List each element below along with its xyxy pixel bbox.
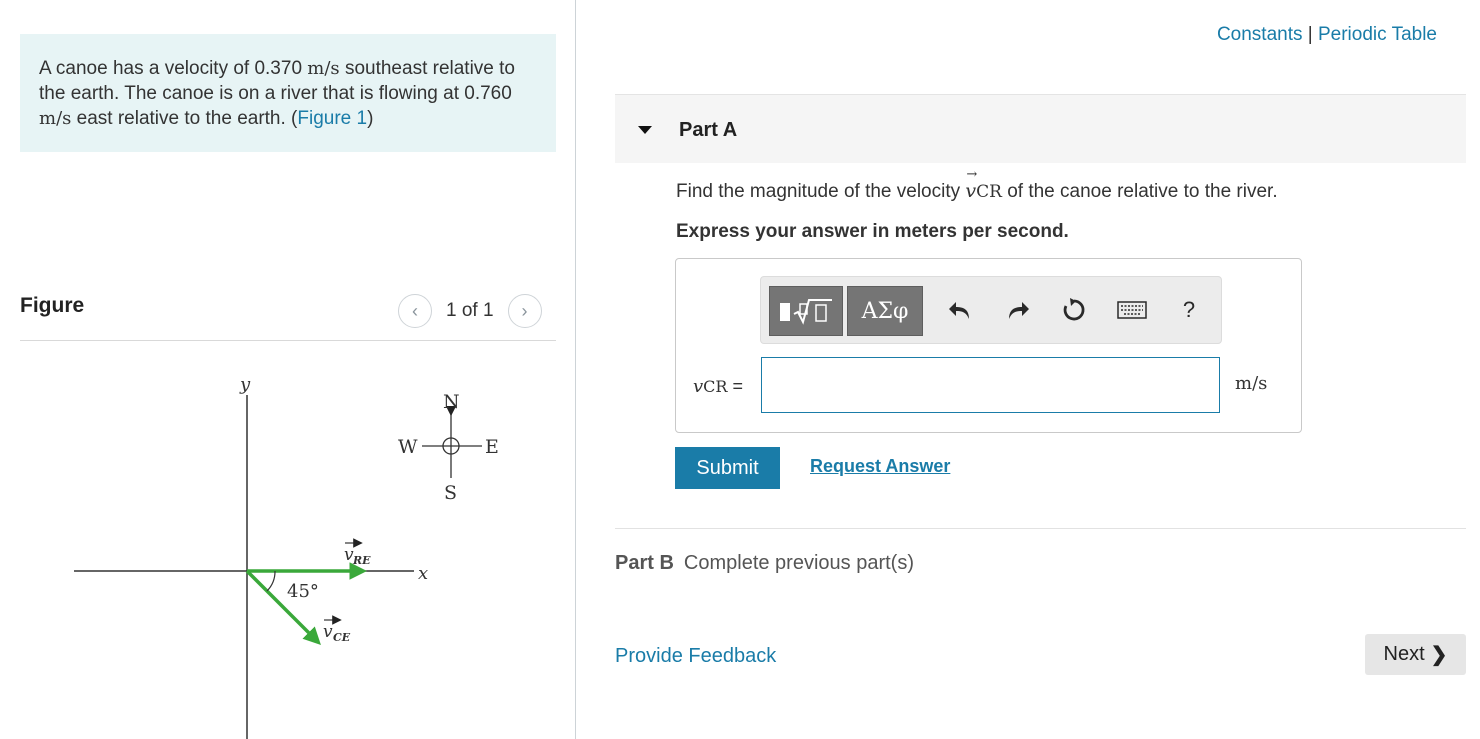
instruction-text: Express your answer in meters per second… (676, 221, 1069, 242)
vector-figure: y x N S E W 45° v RE v CE (74, 374, 499, 739)
next-label: Next (1383, 643, 1425, 665)
provide-feedback-link[interactable]: Provide Feedback (615, 645, 776, 668)
request-answer-link[interactable]: Request Answer (810, 456, 950, 477)
question-part-2: of the canoe relative to the river. (1001, 181, 1278, 202)
chevron-right-icon: ❯ (1430, 644, 1448, 666)
pager-text: 1 of 1 (446, 300, 494, 321)
help-button[interactable]: ? (1178, 290, 1200, 330)
periodic-table-link[interactable]: Periodic Table (1318, 24, 1437, 45)
figure-title: Figure (20, 294, 85, 317)
part-b-row: Part B Complete previous part(s) (615, 552, 914, 575)
question-vector: → vCR (965, 167, 1002, 202)
next-button[interactable]: Next ❯ (1365, 634, 1466, 675)
reset-icon[interactable] (1060, 290, 1088, 330)
answer-input[interactable] (761, 357, 1220, 413)
keyboard-icon[interactable] (1116, 290, 1148, 330)
part-b-status: Complete previous part(s) (683, 552, 914, 574)
answer-label-sub: CR (703, 377, 728, 396)
chevron-right-icon[interactable]: › (507, 294, 542, 328)
y-axis-label: y (239, 374, 251, 395)
compass-w-label: W (398, 436, 418, 458)
compass-s-label: S (444, 482, 457, 504)
column-divider (575, 0, 576, 739)
undo-icon[interactable] (946, 290, 974, 330)
link-separator: | (1302, 24, 1318, 45)
templates-sqrt-icon[interactable] (769, 286, 843, 336)
header-links: Constants | Periodic Table (1217, 24, 1437, 46)
answer-label-eq: = (727, 376, 743, 396)
part-divider (615, 528, 1466, 529)
part-b-label: Part B (615, 552, 674, 574)
collapse-triangle-icon[interactable] (638, 126, 652, 134)
angle-label: 45° (287, 581, 319, 602)
greek-letters-button[interactable]: ΑΣφ (847, 286, 923, 336)
vector-ce-label: v CE (323, 615, 351, 644)
problem-text-4: ) (367, 108, 374, 129)
problem-statement: A canoe has a velocity of 0.370 m/s sout… (20, 34, 556, 152)
chevron-left-icon[interactable]: ‹ (398, 294, 432, 328)
part-a-title[interactable]: Part A (679, 119, 737, 142)
question-vector-main: v (965, 180, 977, 202)
x-axis-label: x (418, 563, 428, 584)
problem-unit-1: m/s (307, 58, 340, 79)
redo-icon[interactable] (1004, 290, 1032, 330)
compass-n-label: N (443, 391, 460, 413)
answer-label: vCR = (693, 376, 743, 397)
angle-arc (266, 570, 276, 592)
submit-button[interactable]: Submit (675, 447, 780, 489)
vector-ce-main: v (323, 622, 333, 642)
answer-unit: m/s (1235, 373, 1268, 394)
problem-text-3: east relative to the earth. ( (71, 108, 298, 129)
vector-re-label: v RE (344, 538, 371, 567)
figure-link[interactable]: Figure 1 (297, 108, 367, 129)
part-a-header[interactable] (615, 94, 1466, 163)
problem-unit-2: m/s (39, 108, 72, 129)
question-vector-sub: CR (976, 182, 1002, 202)
vector-arrow-icon: → (966, 167, 978, 182)
question-part-1: Find the magnitude of the velocity (676, 181, 966, 202)
problem-text-1: A canoe has a velocity of 0.370 (39, 58, 308, 79)
constants-link[interactable]: Constants (1217, 24, 1303, 45)
vector-ce-sub: CE (333, 631, 351, 644)
question-text: Find the magnitude of the velocity → vCR … (676, 167, 1278, 203)
figure-pager: ‹ 1 of 1 › (398, 292, 542, 330)
compass: N S E W (398, 391, 499, 504)
compass-e-label: E (485, 436, 499, 458)
answer-label-main: v (693, 376, 704, 397)
vector-re-sub: RE (352, 554, 371, 567)
